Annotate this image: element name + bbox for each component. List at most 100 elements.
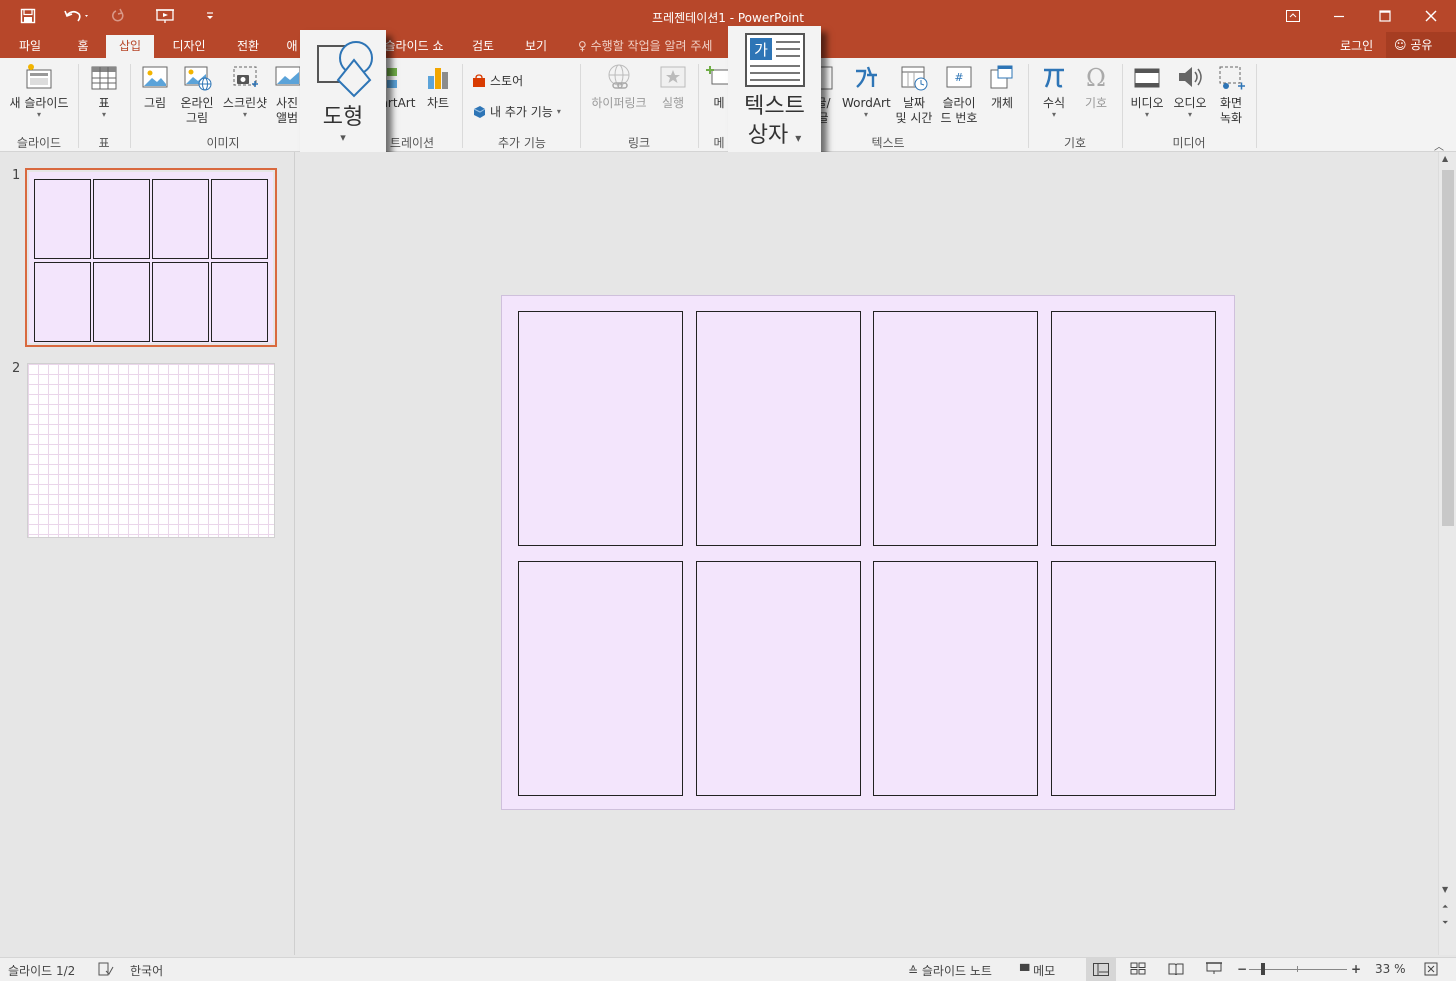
slide-thumbnail-2[interactable] — [27, 363, 275, 538]
tab-home[interactable]: 홈 — [62, 35, 104, 58]
slide-sorter-icon[interactable] — [1130, 962, 1146, 978]
equation-button[interactable]: 수식 ▾ — [1034, 62, 1074, 119]
fit-to-window-icon[interactable] — [1424, 962, 1438, 979]
panel-rectangle[interactable] — [873, 561, 1038, 796]
tell-me-text: 수행할 작업을 알려 주세 — [590, 39, 713, 53]
dropdown-arrow-icon: ▾ — [556, 107, 561, 116]
tab-review[interactable]: 검토 — [462, 35, 504, 58]
group-label-images: 이미지 — [206, 136, 240, 150]
previous-slide-icon[interactable]: ⏶ — [1442, 902, 1448, 912]
login-link[interactable]: 로그인 — [1340, 37, 1373, 54]
panel-rectangle[interactable] — [1050, 311, 1216, 546]
my-addins-button[interactable]: 내 추가 기능 ▾ — [472, 103, 561, 120]
current-slide[interactable] — [501, 295, 1235, 810]
slideshow-view-icon[interactable] — [1206, 962, 1222, 978]
panel-rectangle[interactable] — [34, 262, 91, 342]
group-separator — [1122, 64, 1123, 148]
next-slide-icon[interactable]: ⏷ — [1442, 918, 1448, 928]
online-pictures-button[interactable]: 온라인 그림 — [176, 62, 218, 126]
scrollbar-thumb[interactable] — [1442, 170, 1454, 526]
group-label-slides: 슬라이드 — [16, 136, 62, 150]
wordart-button[interactable]: WordArt ▾ — [842, 62, 891, 119]
tab-animations[interactable]: 애 — [282, 35, 302, 58]
video-icon — [1134, 68, 1160, 88]
slide-number-button[interactable]: # 슬라이 드 번호 — [938, 62, 980, 126]
panel-rectangle[interactable] — [1050, 561, 1216, 796]
status-bar: 슬라이드 1/2 한국어 ≙ 슬라이드 노트 ▀ 메모 − + 33 % — [0, 957, 1456, 981]
panel-rectangle[interactable] — [873, 311, 1038, 546]
object-button[interactable]: 개체 — [984, 62, 1020, 111]
svg-text:가: 가 — [754, 41, 768, 59]
maximize-icon[interactable] — [1362, 0, 1408, 32]
tab-file[interactable]: 파일 — [8, 35, 52, 58]
reading-view-icon[interactable] — [1168, 962, 1184, 978]
tab-insert[interactable]: 삽입 — [106, 35, 154, 58]
date-time-button[interactable]: 날짜 및 시간 — [892, 62, 936, 126]
photo-album-button[interactable]: 사진 앨범 — [272, 62, 302, 126]
tab-design[interactable]: 디자인 — [160, 35, 218, 58]
panel-rectangle[interactable] — [152, 262, 209, 342]
video-button[interactable]: 비디오 ▾ — [1126, 62, 1168, 119]
powerpoint-window: 프레젠테이션1 - PowerPoint 파일 홈 삽입 디자인 전환 애 슬라… — [0, 0, 1456, 981]
lightbulb-icon: ♀ — [578, 39, 587, 53]
new-slide-button[interactable]: 새 슬라이드 ▾ — [4, 62, 74, 119]
window-title: 프레젠테이션1 - PowerPoint — [652, 11, 804, 25]
group-label-media: 미디어 — [1172, 136, 1206, 150]
zoom-level[interactable]: 33 % — [1375, 962, 1406, 976]
symbol-button[interactable]: Ω 기호 — [1076, 62, 1116, 111]
group-label-text: 텍스트 — [871, 136, 905, 150]
scroll-up-icon[interactable]: ▲ — [1442, 154, 1448, 163]
panel-rectangle[interactable] — [518, 561, 683, 796]
collapse-ribbon-icon[interactable]: ︿ — [1434, 138, 1444, 153]
share-button[interactable]: ☺ 공유 — [1386, 32, 1456, 58]
video-label: 비디오 — [1130, 96, 1164, 110]
spelling-check-icon[interactable] — [98, 962, 114, 979]
tell-me-box[interactable]: ♀ 수행할 작업을 알려 주세 — [578, 37, 712, 54]
panel-rectangle[interactable] — [34, 179, 91, 259]
language-indicator[interactable]: 한국어 — [130, 962, 163, 979]
slide-thumbnail-1[interactable] — [25, 168, 277, 347]
panel-rectangle[interactable] — [93, 179, 150, 259]
picture-label: 그림 — [143, 96, 167, 110]
action-button[interactable]: 실행 — [654, 62, 692, 111]
screenshot-button[interactable]: 스크린샷 ▾ — [220, 62, 270, 119]
scroll-down-icon[interactable]: ▼ — [1442, 885, 1448, 894]
close-icon[interactable] — [1408, 0, 1454, 32]
normal-view-icon[interactable] — [1086, 958, 1116, 981]
store-icon — [473, 73, 485, 87]
panel-rectangle[interactable] — [93, 262, 150, 342]
minimize-icon[interactable] — [1316, 0, 1362, 32]
panel-rectangle[interactable] — [211, 262, 268, 342]
table-button[interactable]: 표 ▾ — [84, 62, 124, 119]
zoom-in-icon[interactable]: + — [1351, 962, 1361, 976]
object-icon — [990, 65, 1013, 89]
ribbon-display-options-icon[interactable] — [1270, 0, 1316, 32]
panel-rectangle[interactable] — [152, 179, 209, 259]
screenshot-label: 스크린샷 — [222, 96, 268, 110]
panel-rectangle[interactable] — [695, 561, 861, 796]
chart-button[interactable]: 차트 — [420, 62, 456, 111]
panel-rectangle[interactable] — [211, 179, 268, 259]
vertical-scrollbar[interactable]: ▲ ▼ ⏶ ⏷ — [1438, 152, 1456, 955]
text-box-button-zoomed[interactable]: 가 텍스트 상자 ▾ — [728, 26, 821, 172]
slide-thumbnails-pane: 1 2 — [0, 152, 295, 955]
screen-recording-button[interactable]: 화면 녹화 — [1212, 62, 1250, 126]
group-separator — [1256, 64, 1257, 148]
tab-view[interactable]: 보기 — [514, 35, 558, 58]
dropdown-arrow-icon: ▾ — [795, 131, 802, 145]
shapes-button-zoomed[interactable]: 도형 ▾ — [300, 30, 386, 160]
notes-button[interactable]: ≙ 슬라이드 노트 — [908, 962, 992, 979]
audio-button[interactable]: 오디오 ▾ — [1170, 62, 1210, 119]
tab-transitions[interactable]: 전환 — [226, 35, 270, 58]
hyperlink-button[interactable]: 하이퍼링크 — [586, 62, 652, 111]
picture-button[interactable]: 그림 — [138, 62, 172, 111]
svg-text:Ω: Ω — [1086, 64, 1106, 92]
store-button[interactable]: 스토어 — [472, 72, 523, 89]
tab-slideshow[interactable]: 슬라이드 쇼 — [376, 35, 452, 58]
zoom-out-icon[interactable]: − — [1237, 962, 1247, 976]
panel-rectangle[interactable] — [695, 311, 861, 546]
comments-button[interactable]: ▀ 메모 — [1020, 962, 1055, 979]
zoom-slider-thumb[interactable] — [1261, 963, 1265, 975]
panel-rectangle[interactable] — [518, 311, 683, 546]
wordart-icon — [856, 66, 877, 88]
